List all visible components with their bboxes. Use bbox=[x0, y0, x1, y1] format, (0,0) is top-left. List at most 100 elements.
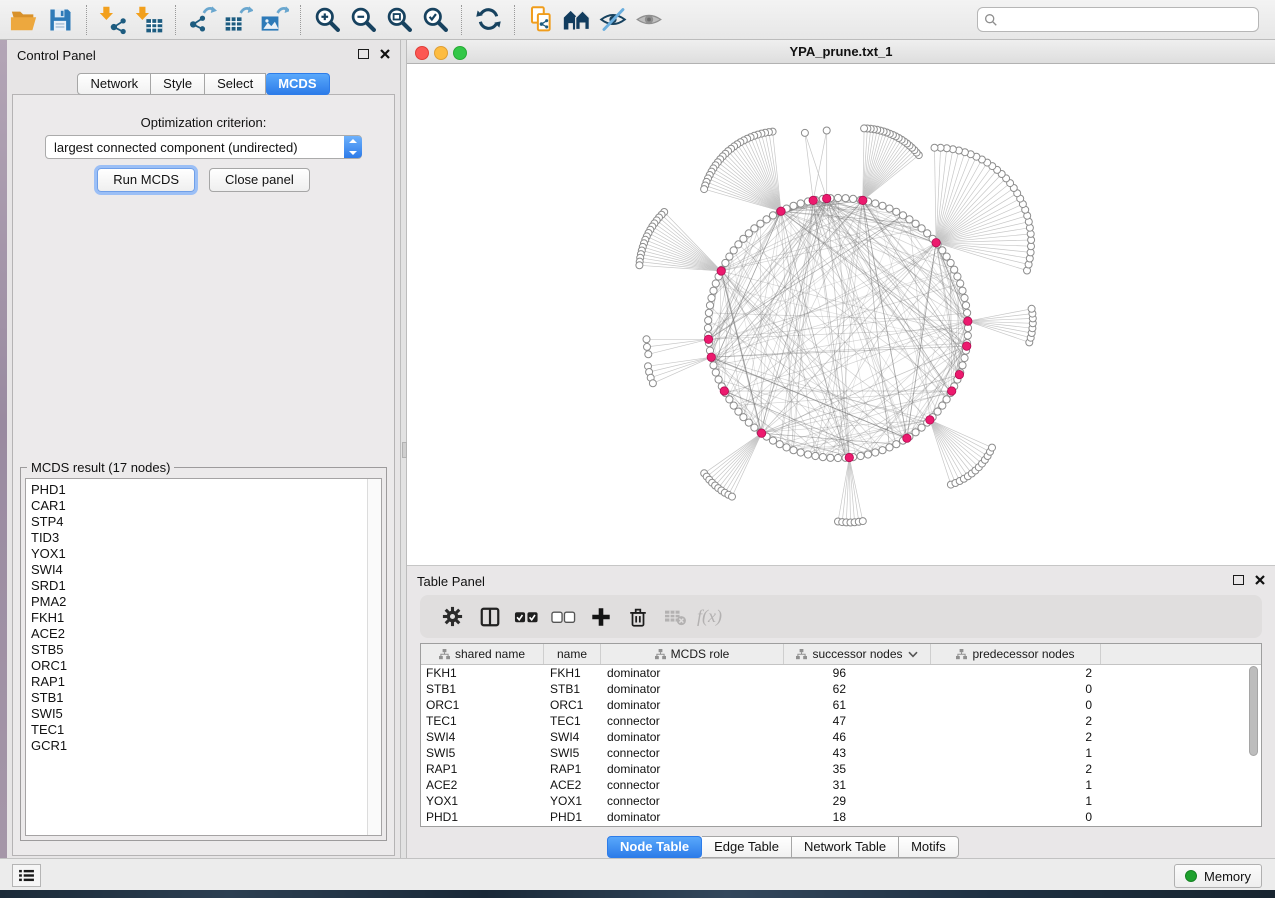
cell-mcds-role: dominator bbox=[601, 730, 784, 744]
float-panel-icon[interactable] bbox=[1233, 575, 1244, 585]
memory-button[interactable]: Memory bbox=[1174, 864, 1262, 888]
close-panel-icon[interactable] bbox=[380, 49, 390, 59]
add-column-button[interactable] bbox=[582, 599, 619, 635]
network-titlebar[interactable]: YPA_prune.txt_1 bbox=[407, 40, 1275, 64]
scrollbar-thumb[interactable] bbox=[1249, 666, 1258, 756]
import-table-icon bbox=[134, 5, 164, 35]
cell-name: TEC1 bbox=[544, 714, 601, 728]
table-row[interactable]: SWI4SWI4dominator462 bbox=[421, 729, 1261, 745]
tab-node-table[interactable]: Node Table bbox=[607, 836, 702, 858]
list-scrollbar[interactable] bbox=[367, 479, 381, 835]
eye-icon bbox=[634, 5, 664, 34]
table-row[interactable]: TEC1TEC1connector472 bbox=[421, 713, 1261, 729]
delete-column-button[interactable] bbox=[619, 599, 656, 635]
panel-list-button[interactable] bbox=[12, 864, 41, 887]
optimization-criterion-select[interactable]: largest connected component (undirected) bbox=[45, 135, 362, 159]
mcds-result-item[interactable]: STP4 bbox=[31, 514, 381, 530]
zoom-in-button[interactable] bbox=[309, 3, 345, 37]
tab-select[interactable]: Select bbox=[205, 73, 266, 95]
open-button[interactable] bbox=[6, 3, 42, 37]
panel-splitter[interactable] bbox=[400, 40, 407, 858]
float-panel-icon[interactable] bbox=[358, 49, 369, 59]
search-input[interactable] bbox=[1003, 11, 1252, 28]
table-row[interactable]: PHD1PHD1dominator180 bbox=[421, 809, 1261, 825]
mcds-result-item[interactable]: TID3 bbox=[31, 530, 381, 546]
network-canvas[interactable] bbox=[407, 64, 1275, 565]
close-panel-button[interactable]: Close panel bbox=[209, 168, 310, 192]
mcds-result-item[interactable]: YOX1 bbox=[31, 546, 381, 562]
copy-network-button[interactable] bbox=[523, 3, 559, 37]
mcds-result-list[interactable]: PHD1CAR1STP4TID3YOX1SWI4SRD1PMA2FKH1ACE2… bbox=[25, 478, 382, 836]
cell-shared-name: SWI5 bbox=[421, 746, 544, 760]
select-all-button[interactable] bbox=[508, 599, 545, 635]
column-header-shared-name[interactable]: shared name bbox=[421, 644, 544, 664]
close-panel-icon[interactable] bbox=[1255, 575, 1265, 585]
show-all-button[interactable] bbox=[631, 3, 667, 37]
mcds-result-item[interactable]: RAP1 bbox=[31, 674, 381, 690]
mcds-result-item[interactable]: ACE2 bbox=[31, 626, 381, 642]
table-row[interactable]: ORC1ORC1dominator610 bbox=[421, 697, 1261, 713]
split-columns-button[interactable] bbox=[471, 599, 508, 635]
run-mcds-button[interactable]: Run MCDS bbox=[97, 168, 195, 192]
zoom-selected-button[interactable] bbox=[417, 3, 453, 37]
table-scrollbar[interactable] bbox=[1249, 666, 1259, 824]
table-settings-button[interactable] bbox=[434, 599, 471, 635]
unchecked-boxes-icon bbox=[551, 609, 576, 625]
refresh-button[interactable] bbox=[470, 3, 506, 37]
mcds-result-item[interactable]: CAR1 bbox=[31, 498, 381, 514]
mcds-result-item[interactable]: PMA2 bbox=[31, 594, 381, 610]
window-zoom-traffic-light[interactable] bbox=[453, 46, 467, 60]
tab-network-table[interactable]: Network Table bbox=[792, 836, 899, 858]
tab-mcds[interactable]: MCDS bbox=[266, 73, 329, 95]
table-row[interactable]: ACE2ACE2connector311 bbox=[421, 777, 1261, 793]
mcds-result-item[interactable]: STB1 bbox=[31, 690, 381, 706]
mcds-result-item[interactable]: SWI4 bbox=[31, 562, 381, 578]
column-header-successor-nodes[interactable]: successor nodes bbox=[784, 644, 931, 664]
mcds-result-item[interactable]: GCR1 bbox=[31, 738, 381, 754]
export-image-button[interactable] bbox=[256, 3, 292, 37]
tab-edge-table[interactable]: Edge Table bbox=[702, 836, 792, 858]
mcds-result-item[interactable]: STB5 bbox=[31, 642, 381, 658]
zoom-fit-button[interactable] bbox=[381, 3, 417, 37]
control-panel-title: Control Panel bbox=[17, 48, 96, 63]
export-network-button[interactable] bbox=[184, 3, 220, 37]
window-minimize-traffic-light[interactable] bbox=[434, 46, 448, 60]
tab-motifs[interactable]: Motifs bbox=[899, 836, 959, 858]
hide-selected-button[interactable] bbox=[595, 3, 631, 37]
table-row[interactable]: SWI5SWI5connector431 bbox=[421, 745, 1261, 761]
trash-icon bbox=[627, 606, 649, 628]
column-header-predecessor-nodes[interactable]: predecessor nodes bbox=[931, 644, 1101, 664]
export-table-button[interactable] bbox=[220, 3, 256, 37]
zoom-out-button[interactable] bbox=[345, 3, 381, 37]
cell-predecessor-nodes: 1 bbox=[931, 794, 1101, 808]
function-builder-button[interactable]: f(x) bbox=[697, 606, 722, 627]
mcds-result-item[interactable]: TEC1 bbox=[31, 722, 381, 738]
tab-network[interactable]: Network bbox=[77, 73, 151, 95]
column-header-name[interactable]: name bbox=[544, 644, 601, 664]
window-close-traffic-light[interactable] bbox=[415, 46, 429, 60]
cell-successor-nodes: 29 bbox=[784, 794, 931, 808]
cell-name: SWI4 bbox=[544, 730, 601, 744]
toolbar-separator bbox=[86, 5, 87, 35]
table-row[interactable]: RAP1RAP1dominator352 bbox=[421, 761, 1261, 777]
column-type-icon bbox=[796, 649, 807, 660]
cell-name: RAP1 bbox=[544, 762, 601, 776]
delete-table-button[interactable] bbox=[656, 599, 693, 635]
search-field[interactable] bbox=[977, 7, 1259, 32]
column-header-MCDS-role[interactable]: MCDS role bbox=[601, 644, 784, 664]
table-row[interactable]: FKH1FKH1dominator962 bbox=[421, 665, 1261, 681]
table-row[interactable]: STB1STB1dominator620 bbox=[421, 681, 1261, 697]
mcds-result-item[interactable]: PHD1 bbox=[31, 482, 381, 498]
unselect-all-button[interactable] bbox=[545, 599, 582, 635]
import-network-button[interactable] bbox=[95, 3, 131, 37]
import-table-button[interactable] bbox=[131, 3, 167, 37]
mcds-result-item[interactable]: ORC1 bbox=[31, 658, 381, 674]
cell-successor-nodes: 31 bbox=[784, 778, 931, 792]
mcds-result-item[interactable]: SRD1 bbox=[31, 578, 381, 594]
first-neighbors-button[interactable] bbox=[559, 3, 595, 37]
save-button[interactable] bbox=[42, 3, 78, 37]
mcds-result-item[interactable]: FKH1 bbox=[31, 610, 381, 626]
tab-style[interactable]: Style bbox=[151, 73, 205, 95]
table-row[interactable]: YOX1YOX1connector291 bbox=[421, 793, 1261, 809]
mcds-result-item[interactable]: SWI5 bbox=[31, 706, 381, 722]
